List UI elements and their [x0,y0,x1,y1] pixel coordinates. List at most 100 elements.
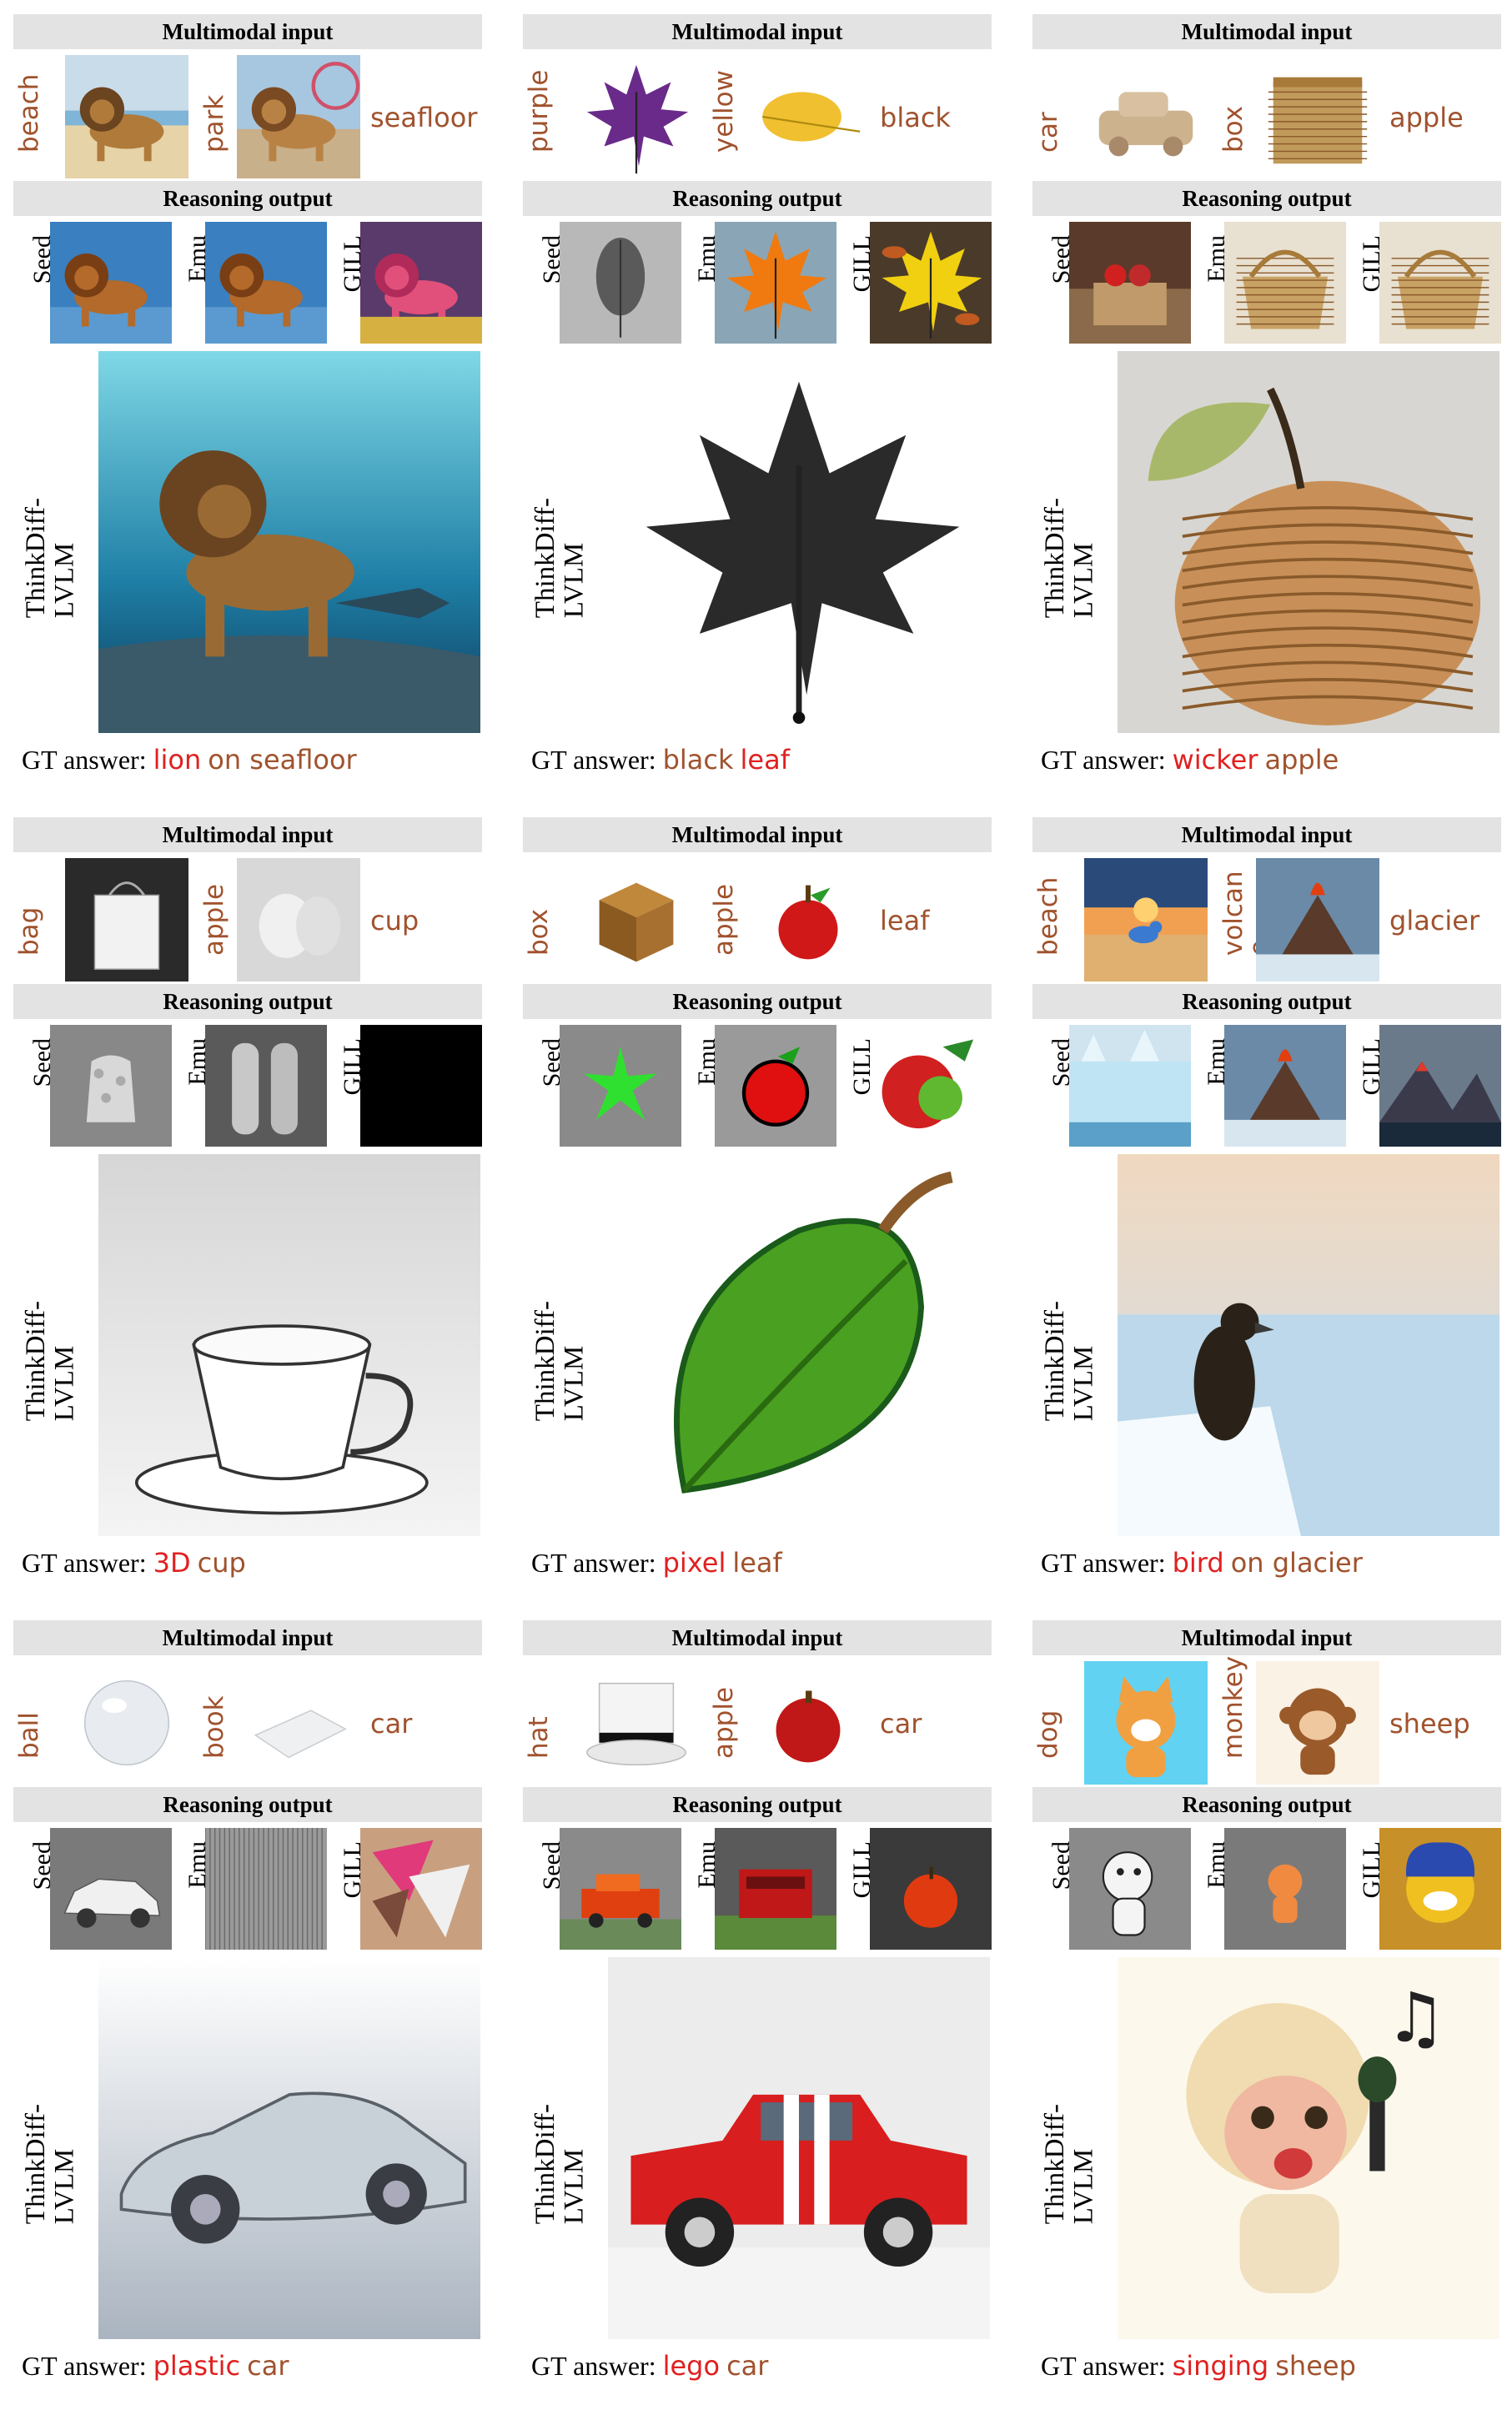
input-header: Multimodal input [13,817,482,852]
input-word-1: ball [14,1712,44,1759]
input-word-1: beach [1033,876,1063,956]
input-word-2: apple [709,883,739,956]
gt-answer-rest: on glacier [1230,1547,1363,1579]
thinkdiff-output-image [608,1154,990,1536]
gill-output-image [1379,222,1501,344]
seed-output-image [1069,1828,1191,1950]
thinkdiff-label: ThinkDiff- LVLM [530,1301,590,1422]
output-header: Reasoning output [1032,1787,1501,1822]
input-word-1: beach [14,73,44,153]
thinkdiff-label-line-1: ThinkDiff- [530,498,560,619]
thinkdiff-label: ThinkDiff- LVLM [1040,1301,1099,1422]
gt-answer-prefix: GT answer: [531,745,656,775]
input-image-1 [575,858,698,982]
input-word-3: leaf [880,905,930,936]
thinkdiff-label: ThinkDiff- LVLM [1040,2104,1099,2225]
gill-output-image [1379,1828,1501,1950]
thinkdiff-label-line-2: LVLM [1068,1345,1099,1422]
input-word-3: black [880,102,951,133]
input-image-1 [575,1661,698,1785]
thinkdiff-label-line-2: LVLM [49,1345,80,1422]
gt-answer-highlight: plastic [153,2350,241,2382]
gill-output-image [360,1025,482,1147]
gill-output-image [360,1828,482,1950]
gill-output-image [870,1025,992,1147]
input-word-3: car [880,1708,922,1740]
thinkdiff-label-line-2: LVLM [49,542,80,619]
input-word-2: box [1218,105,1248,153]
thinkdiff-label: ThinkDiff- LVLM [1040,498,1099,619]
input-word-3: cup [370,905,419,936]
gt-answer-rest: car [247,2350,289,2382]
thinkdiff-label: ThinkDiff- LVLM [21,498,80,619]
input-image-2 [746,1661,870,1785]
gt-answer: GT answer: bird on glacier [1041,1549,1363,1576]
input-word-1: hat [524,1716,554,1759]
thinkdiff-output-image: ♫ [1118,1957,1499,2339]
figure-panel: Multimodal input Reasoning output hat apple… [523,1620,998,2412]
gill-output-image [360,222,482,344]
input-word-2: yellow [709,70,739,153]
seed-output-image [50,1828,172,1950]
thinkdiff-label-line-1: ThinkDiff- [21,498,51,619]
input-word-2: park [199,94,229,153]
thinkdiff-label-line-1: ThinkDiff- [530,1301,560,1422]
figure-panel: Multimodal input Reasoning output dog monke… [1032,1620,1508,2412]
thinkdiff-output-image [98,351,480,733]
emu-output-image [715,1828,836,1950]
input-word-1: dog [1033,1710,1063,1759]
thinkdiff-label-line-2: LVLM [559,542,590,619]
figure-panel: Multimodal input Reasoning output bag apple… [13,817,489,1609]
input-image-1 [1084,858,1208,982]
emu-output-image [1224,222,1346,344]
figure-panel: Multimodal input Reasoning output car box ap… [1032,14,1508,806]
figure-panel: Multimodal input Reasoning output beach vol… [1032,817,1508,1609]
thinkdiff-label-line-1: ThinkDiff- [1040,2104,1070,2225]
figure-panel: Multimodal input Reasoning output beach par… [13,14,489,806]
input-image-2 [237,1661,360,1785]
thinkdiff-label-line-2: LVLM [49,2148,80,2225]
thinkdiff-label: ThinkDiff- LVLM [530,498,590,619]
input-word-3: car [370,1708,413,1740]
emu-output-image [205,1025,327,1147]
input-word-3: glacier [1389,905,1480,936]
input-image-1 [65,858,188,982]
figure-panel: Multimodal input Reasoning output purple ye… [523,14,998,806]
gt-answer-highlight: 3D [153,1547,191,1579]
input-image-2 [237,858,360,982]
gt-answer-prefix: GT answer: [1041,1548,1166,1578]
input-image-1 [575,55,698,178]
gill-output-image [870,222,992,344]
thinkdiff-label: ThinkDiff- LVLM [530,2104,590,2225]
emu-output-image [1224,1025,1346,1147]
gt-answer-highlight: lego [662,2350,721,2382]
gt-answer: GT answer: 3D cup [22,1549,246,1576]
seed-output-image [1069,222,1191,344]
thinkdiff-output-image [98,1957,480,2339]
thinkdiff-label-line-1: ThinkDiff- [530,2104,560,2225]
input-word-1: box [524,908,554,956]
output-header: Reasoning output [1032,181,1501,216]
gt-answer-highlight: leaf [740,744,790,776]
output-header: Reasoning output [13,984,482,1019]
thinkdiff-label-line-2: LVLM [1068,542,1099,619]
gt-answer-rest: sheep [1275,2350,1356,2382]
input-word-2: apple [199,883,229,956]
thinkdiff-label-line-1: ThinkDiff- [21,2104,51,2225]
gt-answer: GT answer: singing sheep [1041,2352,1356,2379]
seed-output-image [560,1828,681,1950]
thinkdiff-label-line-1: ThinkDiff- [1040,1301,1070,1422]
seed-output-image [50,1025,172,1147]
gt-answer: GT answer: lego car [531,2352,768,2379]
output-header: Reasoning output [523,1787,992,1822]
output-header: Reasoning output [13,1787,482,1822]
input-header: Multimodal input [13,1620,482,1655]
input-header: Multimodal input [13,14,482,49]
input-image-2 [1256,858,1379,982]
thinkdiff-label: ThinkDiff- LVLM [21,1301,80,1422]
seed-output-image [1069,1025,1191,1147]
input-word-1: purple [524,69,554,153]
input-image-2 [1256,55,1379,178]
input-image-1 [1084,55,1208,178]
thinkdiff-output-image [608,351,990,733]
